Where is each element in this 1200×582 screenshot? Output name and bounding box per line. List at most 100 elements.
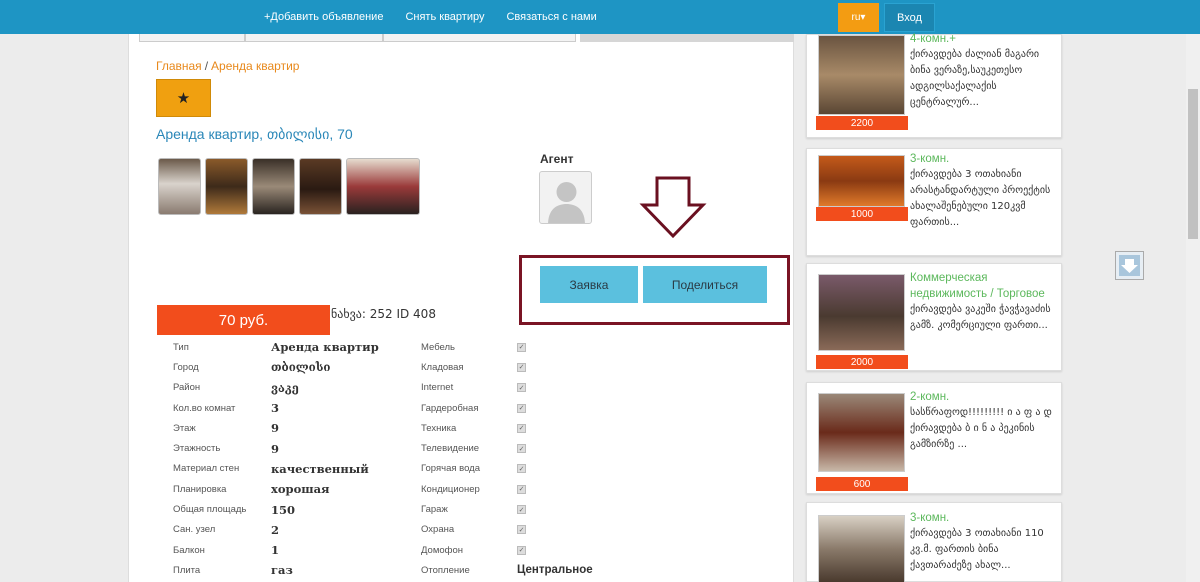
property-value: 9 <box>271 421 280 436</box>
scroll-down-button[interactable] <box>1115 251 1144 280</box>
checkmark-icon: ✓ <box>517 464 526 474</box>
listing-card[interactable]: 1000 3-комн. ქირავდება 3 ოთახიანი არასტა… <box>806 148 1062 256</box>
amenity-label: Гараж <box>421 504 448 516</box>
amenity-label: Кондиционер <box>421 483 480 495</box>
amenities-list: Мебель ✓ Кладовая ✓ Internet ✓ Гардеробная ✓… <box>421 337 593 581</box>
breadcrumb-home[interactable]: Главная <box>156 59 202 73</box>
amenity-row: Мебель ✓ <box>421 337 593 357</box>
listing-card-price: 1000 <box>816 207 908 221</box>
page-scrollbar[interactable] <box>1186 34 1200 582</box>
listing-card-type[interactable]: 4-комн.+ <box>910 31 1060 47</box>
photo-thumbnails <box>158 158 424 215</box>
amenity-label: Гардеробная <box>421 402 479 414</box>
tab-3[interactable] <box>383 34 576 42</box>
checkmark-icon: ✓ <box>517 423 526 433</box>
top-navbar: +Добавить объявление Снять квартиру Связ… <box>0 0 1200 34</box>
listing-card-type[interactable]: 3-комн. <box>910 151 1060 167</box>
listing-card[interactable]: 2200 4-комн.+ ქირავდება ძალიან მაგარი ბი… <box>806 31 1062 138</box>
property-row: Город თბილისი <box>173 357 379 377</box>
listing-card-image[interactable] <box>818 35 905 115</box>
amenity-label: Техника <box>421 422 457 434</box>
tab-1[interactable] <box>139 34 245 42</box>
property-row: Сан. узел 2 <box>173 520 379 540</box>
listing-card-type[interactable]: 3-комн. <box>910 510 1060 526</box>
property-label: Материал стен <box>173 463 240 475</box>
price-badge: 70 руб. <box>157 305 330 335</box>
property-row: Планировка хорошая <box>173 479 379 499</box>
property-row: Район ვაკე <box>173 378 379 398</box>
property-value: хорошая <box>271 482 330 497</box>
property-row: Балкон 1 <box>173 540 379 560</box>
amenity-row: Кладовая ✓ <box>421 357 593 377</box>
photo-thumbnail-5[interactable] <box>346 158 420 215</box>
photo-thumbnail-2[interactable] <box>205 158 248 215</box>
property-value: газ <box>271 563 293 578</box>
add-listing-link[interactable]: +Добавить объявление <box>264 11 383 23</box>
listing-card-price: 600 <box>816 477 908 491</box>
amenity-label: Internet <box>421 382 454 394</box>
down-arrow-annotation-icon <box>639 176 707 239</box>
breadcrumb-current[interactable]: Аренда квартир <box>211 59 299 73</box>
breadcrumb: Главная / Аренда квартир <box>156 59 299 73</box>
login-button[interactable]: Вход <box>884 3 935 32</box>
checkmark-icon: ✓ <box>517 525 526 535</box>
property-label: Общая площадь <box>173 504 247 516</box>
checkmark-icon: ✓ <box>517 342 526 352</box>
property-row: Общая площадь 150 <box>173 499 379 519</box>
amenity-row: Кондиционер ✓ <box>421 479 593 499</box>
amenity-row: Горячая вода ✓ <box>421 459 593 479</box>
checkmark-icon: ✓ <box>517 403 526 413</box>
rent-apartment-link[interactable]: Снять квартиру <box>405 11 484 23</box>
listing-card-type[interactable]: Коммерческая недвижимость / Торговое <box>910 270 1060 302</box>
user-silhouette-icon <box>548 182 585 223</box>
share-button[interactable]: Поделиться <box>643 266 767 303</box>
listing-card[interactable]: 3-комн. ქირავდება 3 ოთახიანი 110 კვ.მ. ფ… <box>806 502 1062 582</box>
listing-card-price: 2000 <box>816 355 908 369</box>
listing-card-image[interactable] <box>818 515 905 582</box>
property-value: 150 <box>271 502 296 517</box>
listing-card[interactable]: 600 2-комн. სასწრაფოდ!!!!!!!!! ი ა ფ ა დ… <box>806 382 1062 494</box>
checkmark-icon: ✓ <box>517 362 526 372</box>
photo-thumbnail-1[interactable] <box>158 158 201 215</box>
checkmark-icon: ✓ <box>517 545 526 555</box>
arrow-down-icon <box>1119 255 1140 276</box>
amenity-row: Охрана ✓ <box>421 520 593 540</box>
property-row: Материал стен качественный <box>173 459 379 479</box>
property-label: Город <box>173 361 199 373</box>
language-dropdown[interactable]: ru▾ <box>838 3 879 32</box>
tab-2[interactable] <box>245 34 383 42</box>
property-row: Кол.во комнат 3 <box>173 398 379 418</box>
tab-strip-filler <box>580 34 794 42</box>
tab-strip <box>139 34 576 42</box>
contact-link[interactable]: Связаться с нами <box>506 11 596 23</box>
property-row: Этажность 9 <box>173 438 379 458</box>
listing-card-description: ქირავდება 3 ოთახიანი არასტანდარტული პროე… <box>910 169 1051 228</box>
amenity-label: Охрана <box>421 524 455 536</box>
listing-card-description: ქირავდება 3 ოთახიანი 110 კვ.მ. ფართის ბი… <box>910 528 1044 571</box>
photo-thumbnail-3[interactable] <box>252 158 295 215</box>
amenity-row: Internet ✓ <box>421 378 593 398</box>
apply-button[interactable]: Заявка <box>540 266 638 303</box>
checkmark-icon: ✓ <box>517 383 526 393</box>
listing-card-type[interactable]: 2-комн. <box>910 389 1060 405</box>
checkmark-icon: ✓ <box>517 444 526 454</box>
heating-label: Отопление <box>421 564 470 576</box>
property-value: 2 <box>271 522 280 537</box>
photo-thumbnail-4[interactable] <box>299 158 342 215</box>
amenity-row: Телевидение ✓ <box>421 438 593 458</box>
amenity-label: Горячая вода <box>421 463 480 475</box>
property-value: 9 <box>271 441 280 456</box>
listing-card-image[interactable] <box>818 274 905 351</box>
checkmark-icon: ✓ <box>517 505 526 515</box>
agent-avatar[interactable] <box>539 171 592 224</box>
property-value: качественный <box>271 461 369 476</box>
favorite-star-button[interactable]: ★ <box>156 79 211 117</box>
property-label: Плита <box>173 564 201 576</box>
listing-card[interactable]: 2000 Коммерческая недвижимость / Торгово… <box>806 263 1062 371</box>
property-label: Тип <box>173 341 189 353</box>
listing-card-image[interactable] <box>818 155 905 207</box>
scrollbar-thumb[interactable] <box>1188 89 1198 239</box>
listing-card-image[interactable] <box>818 393 905 472</box>
amenity-row: Гардеробная ✓ <box>421 398 593 418</box>
amenity-label: Домофон <box>421 544 463 556</box>
